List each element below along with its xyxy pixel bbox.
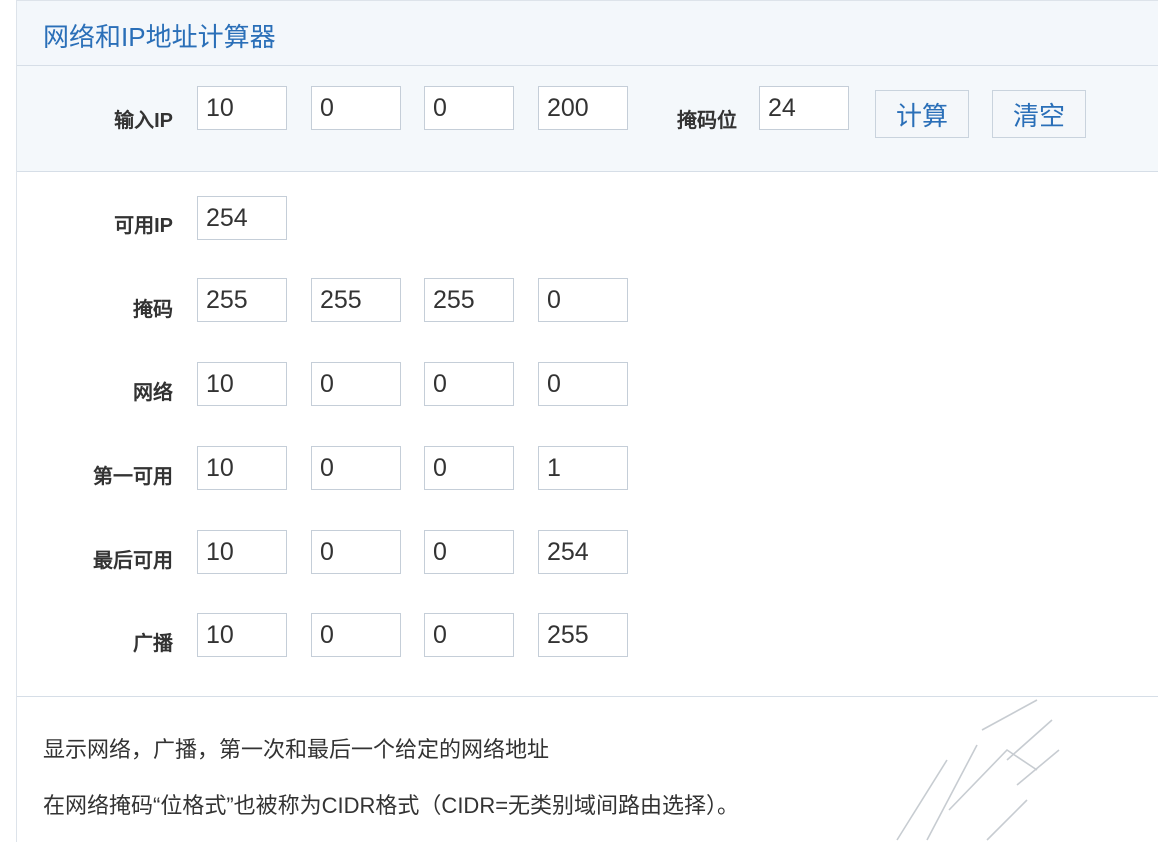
ip-octet-1-input[interactable]: [197, 86, 287, 130]
first-usable-octet-4-field[interactable]: [538, 446, 628, 490]
last-usable-octet-4-field[interactable]: [538, 530, 628, 574]
first-usable-octet-3-field[interactable]: [424, 446, 514, 490]
broadcast-octet-2-field[interactable]: [311, 613, 401, 657]
ip-octet-2-input[interactable]: [311, 86, 401, 130]
watermark-graphic: [896, 699, 1060, 841]
broadcast-octet-3-field[interactable]: [424, 613, 514, 657]
mask-octet-1-field[interactable]: [197, 278, 287, 322]
network-octet-4-field[interactable]: [538, 362, 628, 406]
calculate-button[interactable]: 计算: [875, 90, 969, 138]
ip-octet-3-input[interactable]: [424, 86, 514, 130]
mask-octet-2-field[interactable]: [311, 278, 401, 322]
broadcast-octet-1-field[interactable]: [197, 613, 287, 657]
mask-octet-4-field[interactable]: [538, 278, 628, 322]
usable-ip-label: 可用IP: [114, 215, 173, 237]
mask-bits-label: 掩码位: [677, 110, 737, 132]
results-section: 可用IP 掩码 网络 第一可用 最后可用 广播: [17, 172, 1158, 696]
first-usable-octet-2-field[interactable]: [311, 446, 401, 490]
mask-octet-3-field[interactable]: [424, 278, 514, 322]
broadcast-octet-4-field[interactable]: [538, 613, 628, 657]
page-title: 网络和IP地址计算器: [43, 22, 276, 52]
network-label: 网络: [133, 382, 173, 404]
ip-input-row: 输入IP 掩码位 计算 清空: [17, 66, 1158, 172]
input-ip-label: 输入IP: [114, 110, 173, 132]
broadcast-label: 广播: [133, 633, 173, 655]
last-usable-octet-1-field[interactable]: [197, 530, 287, 574]
clear-button[interactable]: 清空: [992, 90, 1086, 138]
usable-ip-count-field[interactable]: [197, 196, 287, 240]
network-octet-2-field[interactable]: [311, 362, 401, 406]
network-octet-3-field[interactable]: [424, 362, 514, 406]
network-octet-1-field[interactable]: [197, 362, 287, 406]
ip-octet-4-input[interactable]: [538, 86, 628, 130]
description-line-1: 显示网络，广播，第一次和最后一个给定的网络地址: [43, 737, 550, 762]
mask-bits-input[interactable]: [759, 86, 849, 130]
first-usable-octet-1-field[interactable]: [197, 446, 287, 490]
first-usable-label: 第一可用: [93, 466, 173, 488]
last-usable-label: 最后可用: [93, 550, 173, 572]
panel-header: 网络和IP地址计算器: [17, 0, 1158, 66]
last-usable-octet-3-field[interactable]: [424, 530, 514, 574]
mask-label: 掩码: [133, 299, 173, 321]
ip-calculator-panel: 网络和IP地址计算器 输入IP 掩码位 计算 清空 可用IP 掩码 网络 第一可…: [16, 0, 1158, 842]
last-usable-octet-2-field[interactable]: [311, 530, 401, 574]
description-line-2: 在网络掩码“位格式”也被称为CIDR格式（CIDR=无类别域间路由选择）。: [43, 793, 740, 818]
